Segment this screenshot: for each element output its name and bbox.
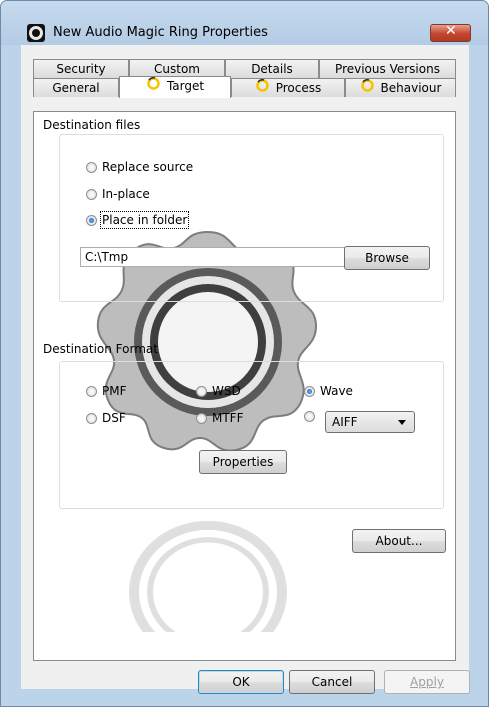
tab-row-top: Security Custom Details Previous Version… (21, 59, 469, 78)
tab-target[interactable]: Target (119, 76, 231, 98)
combo-value: AIFF (332, 415, 358, 429)
radio-dot (196, 412, 207, 424)
format-combo-select[interactable]: AIFF (325, 411, 415, 433)
radio-wsd[interactable]: WSD (196, 384, 241, 398)
apply-button[interactable]: Apply (384, 670, 470, 694)
dialog-client-area: Security Custom Details Previous Version… (21, 45, 470, 694)
tab-label: Process (275, 81, 322, 95)
tab-process[interactable]: Process (231, 78, 345, 97)
chevron-down-icon (398, 420, 406, 425)
radio-dot (304, 411, 315, 422)
radio-pmf[interactable]: PMF (86, 384, 127, 398)
radio-combo-format[interactable] (304, 411, 320, 422)
radio-dot-selected (86, 214, 97, 226)
window-title: New Audio Magic Ring Properties (53, 25, 268, 40)
tab-details[interactable]: Details (225, 59, 319, 78)
tab-label: General (52, 81, 100, 95)
radio-label: In-place (102, 187, 150, 201)
radio-label: DSF (102, 411, 126, 425)
browse-button[interactable]: Browse (344, 246, 430, 270)
app-icon (27, 24, 45, 42)
radio-in-place[interactable]: In-place (86, 187, 150, 201)
tab-previous-versions[interactable]: Previous Versions (319, 59, 456, 78)
radio-label: WSD (212, 384, 241, 398)
tab-general[interactable]: General (33, 78, 119, 97)
ok-button[interactable]: OK (198, 670, 284, 694)
destination-files-label: Destination files (43, 118, 141, 132)
radio-dot (86, 385, 97, 397)
tab-label: Target (166, 79, 205, 93)
radio-dot (196, 385, 207, 397)
ring-icon (146, 76, 161, 96)
close-button[interactable]: ✕ (430, 23, 471, 42)
tab-label: Previous Versions (335, 62, 440, 76)
radio-label: Wave (320, 384, 353, 398)
radio-replace-source[interactable]: Replace source (86, 160, 193, 174)
close-icon: ✕ (445, 23, 457, 39)
tab-label: Details (251, 62, 293, 76)
tab-behaviour[interactable]: Behaviour (345, 78, 456, 97)
radio-label: PMF (102, 384, 127, 398)
properties-button[interactable]: Properties (199, 450, 287, 474)
tab-label: Custom (154, 62, 200, 76)
radio-dot (86, 412, 97, 424)
about-button[interactable]: About... (352, 529, 446, 553)
properties-window: New Audio Magic Ring Properties ✕ Securi… (0, 0, 489, 707)
title-bar[interactable]: New Audio Magic Ring Properties ✕ (1, 1, 488, 45)
destination-format-label: Destination Format (43, 342, 158, 356)
folder-path-input[interactable]: C:\Tmp (80, 247, 354, 267)
radio-label: Place in folder (99, 211, 190, 229)
cancel-button[interactable]: Cancel (289, 670, 375, 694)
tab-label: Behaviour (380, 81, 442, 95)
ring-icon (255, 78, 270, 98)
radio-label: Replace source (102, 160, 194, 174)
tab-row-bottom: General Target Process Behaviour (21, 76, 469, 98)
radio-wave[interactable]: Wave (304, 384, 353, 398)
ring-icon (360, 78, 375, 98)
target-tab-panel: Destination files Replace source In-plac… (33, 111, 456, 661)
radio-dot (86, 161, 97, 173)
tab-security[interactable]: Security (33, 59, 129, 78)
radio-mtff[interactable]: MTFF (196, 411, 244, 425)
radio-dsf[interactable]: DSF (86, 411, 126, 425)
radio-dot (86, 188, 97, 200)
radio-dot-selected (304, 385, 315, 397)
radio-label: MTFF (212, 411, 244, 425)
radio-place-in-folder[interactable]: Place in folder (86, 211, 190, 229)
tab-label: Security (56, 62, 106, 76)
